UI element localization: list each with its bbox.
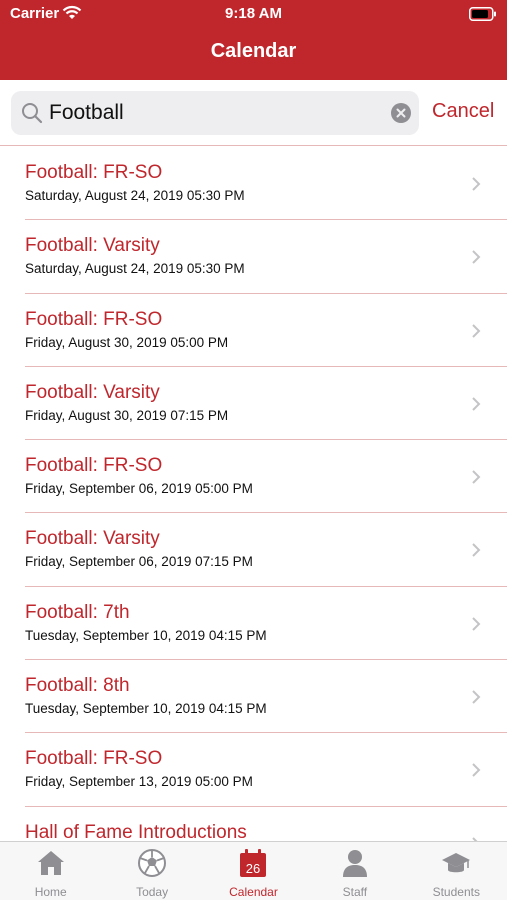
event-title: Football: 8th [25,675,130,697]
list-item[interactable]: Football: 8th Tuesday, September 10, 201… [25,660,507,734]
graduation-cap-icon [442,853,471,873]
event-title: Football: 7th [25,601,130,623]
search-field[interactable] [11,91,419,135]
list-item[interactable]: Hall of Fame Introductions [25,807,507,841]
search-input[interactable] [49,97,379,129]
event-list: Football: FR-SO Saturday, August 24, 201… [0,147,507,841]
event-title: Football: Varsity [25,235,160,257]
tab-label: Staff [342,885,368,899]
chevron-right-icon [472,250,481,265]
event-title: Football: FR-SO [25,455,163,477]
event-title: Hall of Fame Introductions [25,821,247,841]
tab-students[interactable]: Students [406,842,507,900]
search-icon [22,103,43,124]
list-item[interactable]: Football: Varsity Saturday, August 24, 2… [25,220,507,294]
tab-today[interactable]: Today [101,842,202,900]
search-bar: Cancel [0,80,507,146]
calendar-icon: 26 [240,849,267,877]
tab-label: Home [34,885,67,899]
list-item[interactable]: Football: FR-SO Saturday, August 24, 201… [25,147,507,221]
chevron-right-icon [472,470,481,484]
battery-icon [469,7,496,21]
event-title: Football: FR-SO [25,748,163,770]
list-item[interactable]: Football: 7th Tuesday, September 10, 201… [25,587,507,661]
event-date: Tuesday, September 10, 2019 04:15 PM [25,701,267,717]
event-date: Friday, September 13, 2019 05:00 PM [25,774,253,790]
event-date: Friday, September 06, 2019 05:00 PM [25,481,253,497]
event-date: Friday, September 06, 2019 07:15 PM [25,554,253,570]
tab-label: Students [432,885,480,899]
chevron-right-icon [472,763,481,778]
tab-bar: Home Today 26 Calendar Staff Students [0,841,507,900]
event-title: Football: Varsity [25,528,160,550]
cancel-button[interactable]: Cancel [432,100,494,123]
tab-staff[interactable]: Staff [304,842,405,900]
page-title: Calendar [210,40,297,62]
nav-header: Carrier 9:18 AM Calendar [0,0,507,80]
tab-label: Calendar [229,885,278,899]
soccer-ball-icon [138,849,167,877]
chevron-right-icon [472,323,481,338]
clear-search-icon[interactable] [391,103,411,123]
event-date: Saturday, August 24, 2019 05:30 PM [25,188,245,203]
event-date: Friday, August 30, 2019 05:00 PM [25,334,229,350]
clock-label: 9:18 AM [225,5,282,22]
tab-label: Today [136,885,169,899]
chevron-right-icon [472,177,481,191]
chevron-right-icon [472,690,481,704]
tab-home[interactable]: Home [0,842,101,900]
list-item[interactable]: Football: Varsity Friday, September 06, … [25,513,507,587]
chevron-right-icon [472,397,481,411]
list-item[interactable]: Football: FR-SO Friday, September 06, 20… [25,440,507,514]
list-item[interactable]: Football: FR-SO Friday, August 30, 2019 … [25,294,507,367]
event-title: Football: Varsity [25,381,160,403]
calendar-badge: 26 [246,861,260,876]
event-title: Football: FR-SO [25,162,163,183]
list-item[interactable]: Football: FR-SO Friday, September 13, 20… [25,733,507,807]
chevron-right-icon [472,617,481,631]
tab-calendar[interactable]: 26 Calendar [203,842,304,900]
status-bar: Carrier 9:18 AM [0,0,507,28]
person-icon [342,850,367,877]
event-date: Saturday, August 24, 2019 05:30 PM [25,261,245,277]
event-title: Football: FR-SO [25,308,163,330]
list-item[interactable]: Football: Varsity Friday, August 30, 201… [25,367,507,441]
event-date: Friday, August 30, 2019 07:15 PM [25,407,229,423]
home-icon [37,851,64,875]
chevron-right-icon [472,543,481,558]
event-date: Tuesday, September 10, 2019 04:15 PM [25,627,267,643]
